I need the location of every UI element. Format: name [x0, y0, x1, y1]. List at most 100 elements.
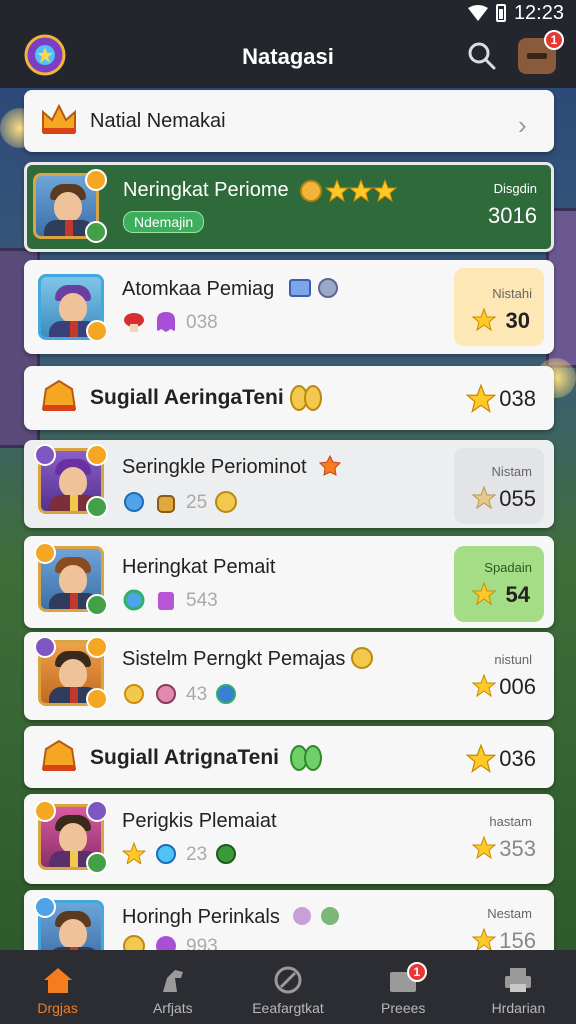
- search-icon[interactable]: [466, 40, 498, 72]
- sun-icon: [124, 684, 144, 704]
- gem-badge-icon: [34, 444, 56, 466]
- ghost-icon: [293, 907, 311, 925]
- check-badge-icon: [85, 221, 107, 243]
- player-name: Seringkle Periominot: [122, 456, 307, 478]
- compass-icon: [274, 966, 302, 994]
- nav-label: Preees: [381, 1000, 426, 1016]
- player-name: Sistelm Perngkt Pemajas: [122, 648, 346, 670]
- flower-icon: [318, 454, 342, 476]
- score-label: nistunl: [494, 652, 532, 667]
- coin-icon: [215, 491, 237, 513]
- nav-item-targets[interactable]: Eeafargtkat: [230, 950, 345, 1024]
- coin-icon: [351, 647, 373, 669]
- player-sub-value: 038: [186, 312, 218, 333]
- list-header-row[interactable]: Natial Nemakai ›: [24, 90, 554, 152]
- leaf-icon: [216, 844, 236, 864]
- fire-badge-icon: [85, 169, 107, 191]
- star-icon: [472, 486, 496, 510]
- crown-icon: [42, 103, 76, 134]
- fire-badge-icon: [34, 542, 56, 564]
- nav-item-home[interactable]: Drgjas: [0, 950, 115, 1024]
- home-icon: [43, 968, 72, 993]
- score-label: Nistahi: [492, 286, 532, 301]
- card-icon: [289, 279, 311, 297]
- player-sub-value: 543: [186, 590, 218, 611]
- orb-icon: [123, 589, 145, 611]
- bag-icon: [157, 495, 175, 513]
- chevron-right-icon: ›: [518, 110, 527, 140]
- coin-icon: [300, 180, 322, 202]
- nav-label: Arfjats: [152, 1000, 193, 1016]
- mushroom-icon: [124, 313, 144, 332]
- score-value: 54: [505, 582, 530, 607]
- star-icon: [472, 836, 496, 860]
- score-label: hastam: [489, 814, 532, 829]
- player-name: Heringkat Pemait: [122, 556, 276, 578]
- tool-badge-icon: [86, 320, 108, 342]
- section-header[interactable]: Sugiall AeringaTeni 038: [24, 366, 554, 430]
- player-sub-value: 43: [186, 684, 208, 705]
- status-bar: 12:23: [0, 0, 576, 26]
- leaf-badge-icon: [86, 852, 108, 874]
- inbox-button[interactable]: 1: [518, 30, 564, 74]
- player-row-highlighted[interactable]: Neringkat Periome Ndemajin Disgdin 3016: [24, 162, 554, 252]
- app-logo-icon[interactable]: [24, 34, 66, 76]
- bag-icon: [158, 592, 174, 610]
- bottom-nav: Drgjas Arfjats Eeafargtkat 1 Preees Hrda…: [0, 950, 576, 1024]
- section-header[interactable]: Sugiall AtrignaTeni 036: [24, 726, 554, 788]
- dragon-icon: [321, 907, 339, 925]
- app-bar: Natagasi 1: [0, 26, 576, 88]
- coins-icon: [290, 745, 322, 771]
- player-name: Horingh Perinkals: [122, 906, 280, 928]
- nav-label: Eeafargtkat: [252, 1000, 324, 1016]
- star-icon: [325, 179, 349, 203]
- score-label: Nestam: [487, 906, 532, 921]
- star-icon: [122, 842, 146, 866]
- star-icon: [472, 674, 496, 698]
- battery-icon: [495, 4, 506, 22]
- player-row[interactable]: Perigkis Plemaiat 23 hastam 353: [24, 794, 554, 884]
- star-icon: [466, 384, 496, 413]
- rank-chip: Ndemajin: [123, 211, 205, 233]
- star-icon: [472, 928, 496, 952]
- check-badge-icon: [86, 496, 108, 518]
- sun-badge-icon: [86, 444, 108, 466]
- status-time: 12:23: [513, 1, 564, 24]
- star-icon: [472, 582, 496, 606]
- score-label: Spadain: [484, 560, 532, 575]
- fire-badge-icon: [34, 800, 56, 822]
- player-row[interactable]: Heringkat Pemait 543 Spadain 54: [24, 536, 554, 628]
- player-row[interactable]: Seringkle Periominot 25 Nistam 055: [24, 440, 554, 528]
- score-value: 006: [499, 674, 536, 699]
- section-title: Sugiall AtrignaTeni: [90, 746, 280, 769]
- crown-icon: [41, 739, 77, 771]
- nav-item-artifacts[interactable]: Arfjats: [115, 950, 230, 1024]
- player-row[interactable]: Sistelm Perngkt Pemajas 43 nistunl 006: [24, 632, 554, 720]
- star-icon: [349, 179, 373, 203]
- list-header-title: Natial Nemakai: [90, 110, 226, 132]
- score-value: 353: [499, 836, 536, 861]
- nav-label: Drgjas: [37, 1000, 78, 1016]
- shield-icon: [156, 684, 176, 704]
- coins-icon: [290, 385, 322, 411]
- score-label: Disgdin: [493, 181, 537, 196]
- gem-badge-icon: [34, 636, 56, 658]
- nav-item-prizes[interactable]: 1 Preees: [346, 950, 461, 1024]
- star-icon: [373, 179, 397, 203]
- gear-icon: [124, 492, 144, 512]
- player-sub-value: 25: [186, 492, 208, 513]
- player-name: Atomkaa Pemiag: [122, 278, 275, 300]
- nav-item-guardian[interactable]: Hrdarian: [461, 950, 576, 1024]
- nav-label: Hrdarian: [491, 1000, 546, 1016]
- crown-icon: [41, 379, 77, 411]
- orb-badge-icon: [34, 896, 56, 918]
- section-title: Sugiall AeringaTeni: [90, 386, 284, 409]
- ghost-icon: [157, 312, 175, 332]
- plus-badge-icon: [86, 688, 108, 710]
- score-label: Nistam: [491, 464, 532, 479]
- star-icon: [472, 308, 496, 332]
- wifi-icon: [467, 5, 488, 21]
- player-row[interactable]: Atomkaa Pemiag 038 Nistahi 30: [24, 260, 554, 354]
- score-value: 055: [499, 486, 536, 511]
- score-value: 3016: [488, 203, 537, 228]
